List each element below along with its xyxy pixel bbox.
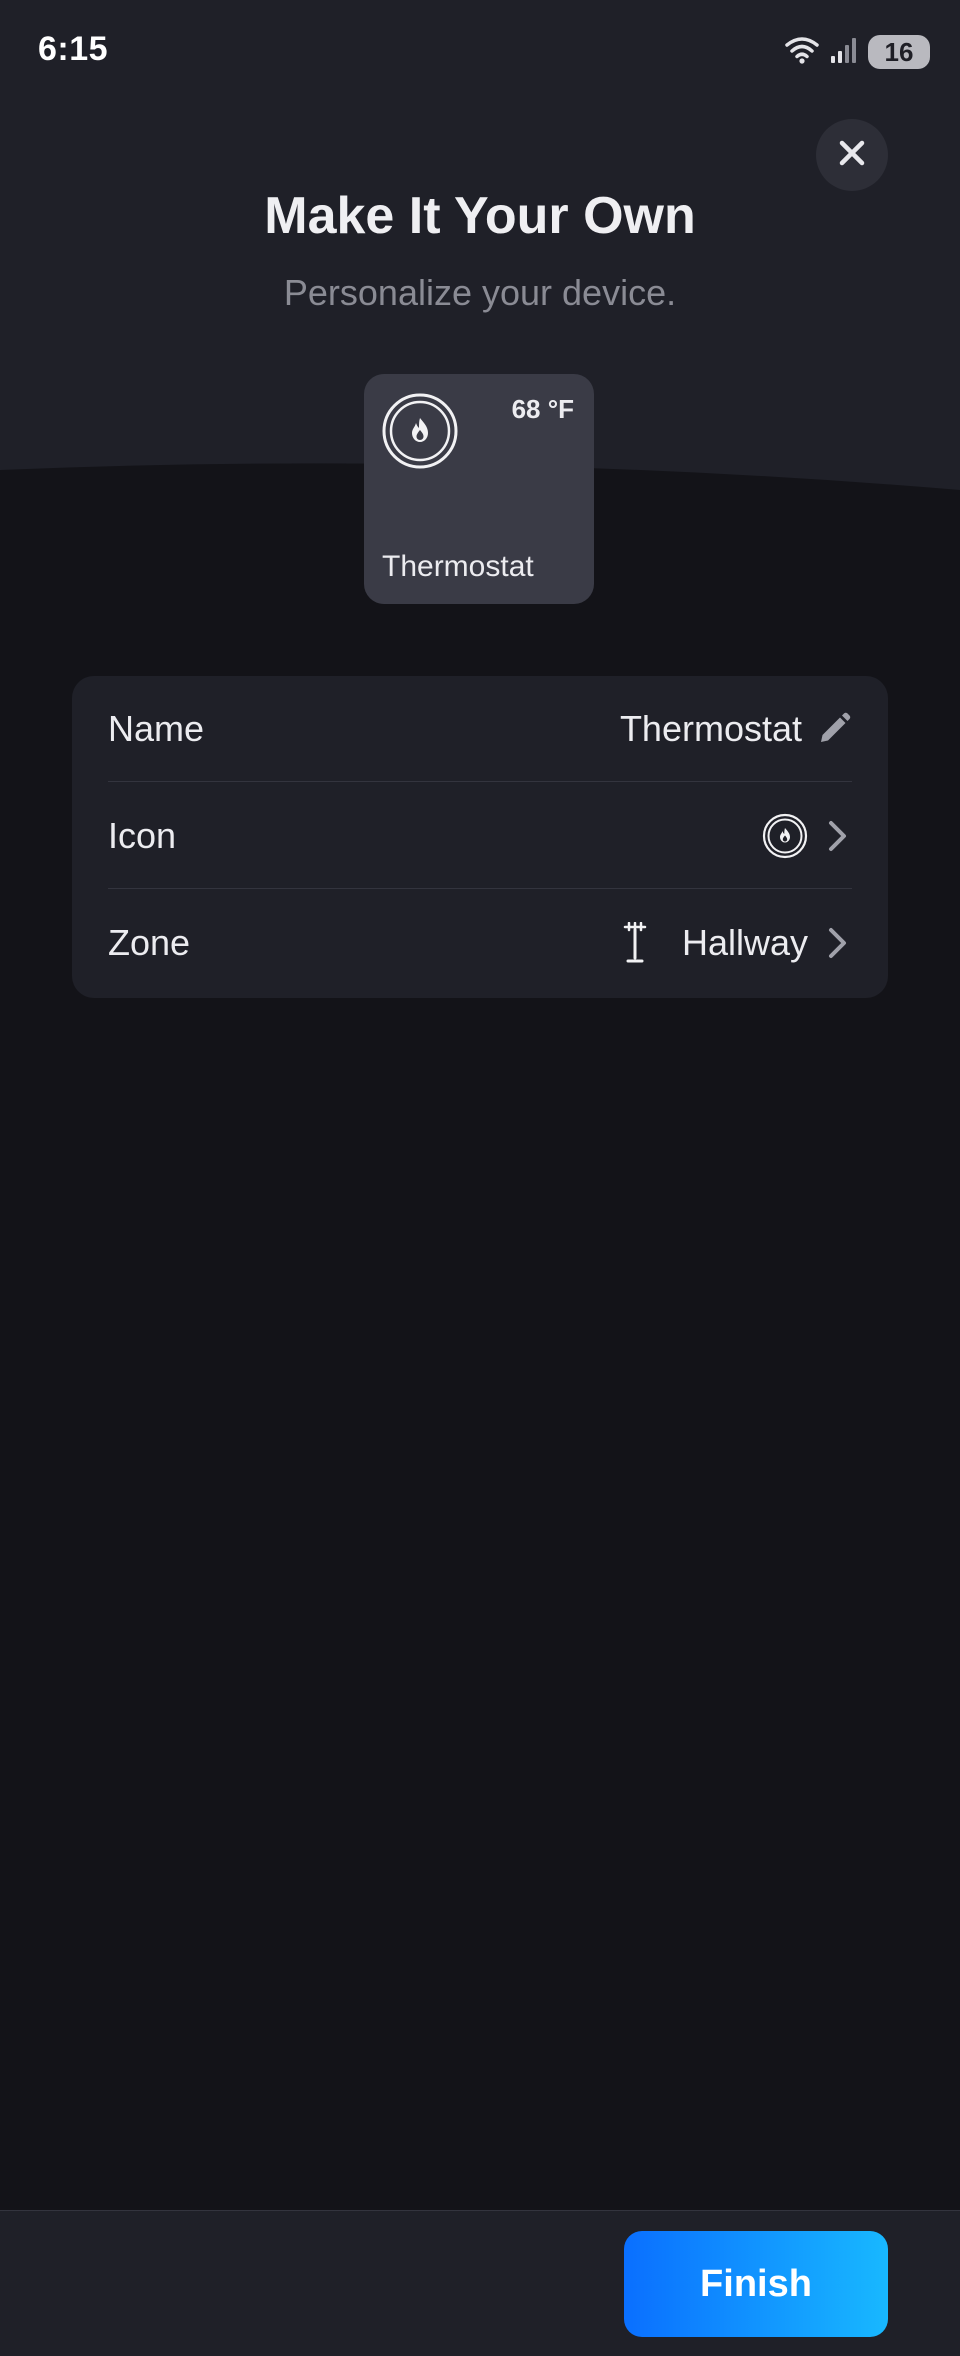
zone-label: Zone [108, 922, 191, 963]
wifi-icon [784, 35, 820, 70]
name-value: Thermostat [619, 708, 802, 749]
zone-value: Hallway [681, 922, 808, 963]
card-device-name: Thermostat [382, 550, 534, 583]
device-preview-card: 68 °F Thermostat [364, 374, 594, 604]
pencil-icon[interactable] [816, 711, 852, 747]
name-value-group: Thermostat [620, 676, 852, 782]
finish-button[interactable]: Finish [624, 2231, 888, 2337]
thermostat-flame-icon [762, 813, 808, 859]
status-time: 6:15 [38, 30, 109, 68]
icon-label: Icon [108, 815, 177, 856]
icon-row[interactable]: Icon [72, 783, 888, 889]
page-title: Make It Your Own [264, 187, 696, 245]
row-divider [108, 888, 852, 889]
personalize-device-screen: 6:15 16 Make It Your Own Personalize you… [0, 0, 960, 2356]
hallway-lamp-icon [622, 922, 648, 964]
card-temperature: 68 °F [511, 394, 574, 424]
status-bar: 6:15 16 [0, 0, 960, 100]
close-icon [837, 138, 867, 173]
close-button[interactable] [816, 119, 888, 191]
status-indicators: 16 [784, 34, 930, 70]
row-divider [108, 781, 852, 782]
chevron-right-icon [822, 925, 852, 961]
battery-indicator: 16 [868, 35, 930, 69]
cellular-signal-icon [830, 36, 858, 69]
bottom-action-bar: Finish [0, 2210, 960, 2356]
icon-value-group [762, 783, 852, 889]
thermostat-flame-icon [381, 392, 459, 470]
zone-value-group: Hallway [622, 890, 852, 996]
settings-list: Name Thermostat Icon Zone Hallway [72, 676, 888, 998]
chevron-right-icon [822, 818, 852, 854]
name-label: Name [108, 708, 205, 749]
page-subtitle: Personalize your device. [283, 272, 677, 313]
name-row[interactable]: Name Thermostat [72, 676, 888, 782]
zone-row[interactable]: Zone Hallway [72, 890, 888, 996]
